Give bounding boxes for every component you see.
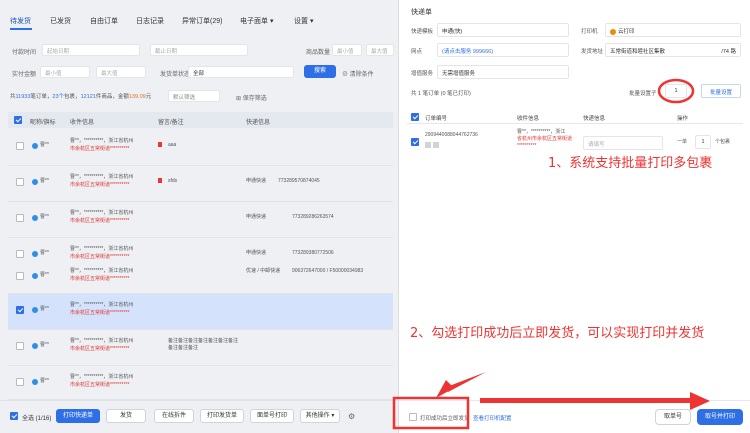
arrow-shaft-right — [480, 398, 690, 403]
highlight-circle-batch-count — [657, 78, 695, 104]
arrow-head-left — [436, 380, 454, 398]
annotation-overlay — [392, 78, 710, 430]
annotation-print-and-ship: 2、勾选打印成功后立即发货，可以实现打印并发货 — [410, 326, 705, 341]
annotation-batch-print: 1、系统支持批量打印多包裹 — [548, 156, 713, 171]
highlight-box-ship-after-print — [392, 396, 470, 430]
arrow-head-right — [690, 392, 710, 410]
